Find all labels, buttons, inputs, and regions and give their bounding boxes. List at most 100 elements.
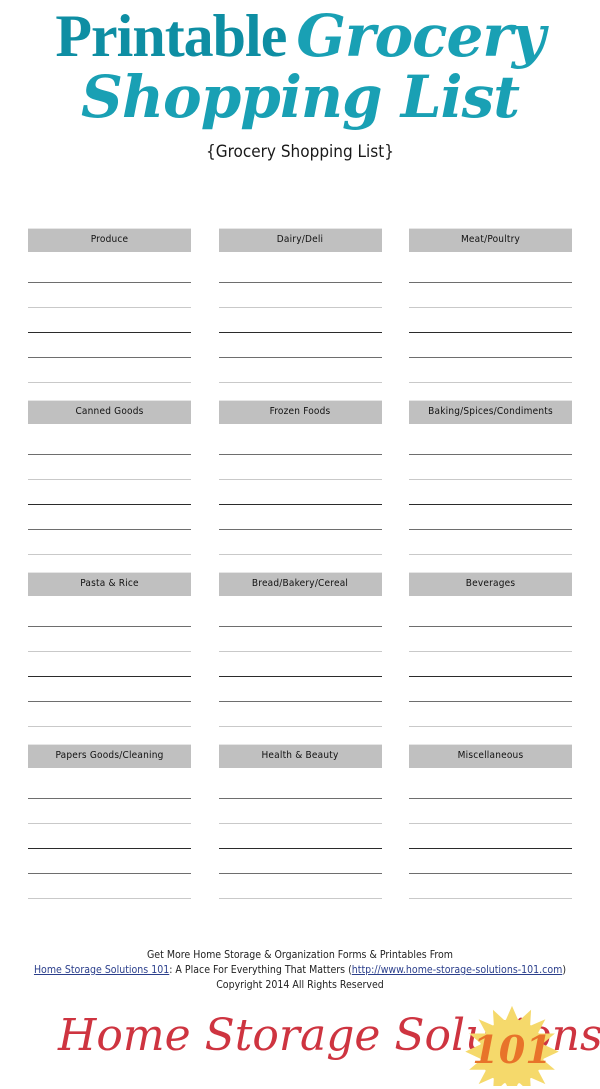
write-in-line[interactable] [218,627,382,652]
write-in-line[interactable] [218,799,382,824]
title-word-grocery: Grocery [296,2,545,70]
category-block: Produce [28,228,191,383]
write-in-line[interactable] [409,849,572,874]
write-in-line[interactable] [409,455,572,480]
write-in-line[interactable] [218,333,382,358]
category-write-in-lines [409,596,572,727]
category-header: Beverages [409,572,572,596]
write-in-line[interactable] [28,333,191,358]
write-in-line[interactable] [28,799,191,824]
footer-attribution-end: ) [562,964,567,977]
write-in-line[interactable] [28,774,191,799]
category-header: Papers Goods/Cleaning [28,744,191,768]
write-in-line[interactable] [28,455,191,480]
write-in-line[interactable] [28,702,191,727]
category-write-in-lines [28,252,191,383]
category-write-in-lines [218,424,382,555]
write-in-line[interactable] [409,358,572,383]
write-in-line[interactable] [28,602,191,627]
write-in-line[interactable] [409,480,572,505]
category-header: Pasta & Rice [28,572,191,596]
category-header: Produce [28,228,191,252]
category-write-in-lines [28,596,191,727]
write-in-line[interactable] [28,480,191,505]
write-in-line[interactable] [409,602,572,627]
website-url-link[interactable]: http://www.home-storage-solutions-101.co… [352,964,563,976]
category-block: Baking/Spices/Condiments [409,400,572,555]
footer-tagline: Get More Home Storage & Organization For… [146,949,453,961]
category-block: Frozen Foods [218,400,382,555]
write-in-line[interactable] [218,505,382,530]
write-in-line[interactable] [218,824,382,849]
footer: Get More Home Storage & Organization For… [0,948,600,994]
write-in-line[interactable] [218,702,382,727]
write-in-line[interactable] [409,874,572,899]
write-in-line[interactable] [409,702,572,727]
write-in-line[interactable] [218,283,382,308]
write-in-line[interactable] [218,358,382,383]
write-in-line[interactable] [409,824,572,849]
write-in-line[interactable] [218,308,382,333]
write-in-line[interactable] [409,258,572,283]
write-in-line[interactable] [28,677,191,702]
write-in-line[interactable] [218,849,382,874]
category-block: Canned Goods [28,400,191,555]
write-in-line[interactable] [28,824,191,849]
title-line-shopping-list: Shopping List [80,63,520,131]
write-in-line[interactable] [28,283,191,308]
write-in-line[interactable] [218,480,382,505]
write-in-line[interactable] [28,308,191,333]
write-in-line[interactable] [28,505,191,530]
home-storage-solutions-link[interactable]: Home Storage Solutions 101 [34,964,169,976]
footer-attribution-line: Home Storage Solutions 101: A Place For … [0,963,600,978]
write-in-line[interactable] [28,358,191,383]
write-in-line[interactable] [218,258,382,283]
category-block: Pasta & Rice [28,572,191,727]
category-write-in-lines [409,252,572,383]
sunburst-number: 101 [472,1027,552,1072]
category-grid: Produce Dairy/Deli Meat/Poultry Canned Good… [28,228,572,916]
write-in-line[interactable] [409,799,572,824]
write-in-line[interactable] [28,258,191,283]
write-in-line[interactable] [28,849,191,874]
write-in-line[interactable] [409,774,572,799]
write-in-line[interactable] [218,652,382,677]
write-in-line[interactable] [28,530,191,555]
write-in-line[interactable] [218,455,382,480]
write-in-line[interactable] [218,430,382,455]
category-header: Health & Beauty [218,744,382,768]
write-in-line[interactable] [409,627,572,652]
copyright-text: Copyright 2014 All Rights Reserved [216,979,384,992]
category-header: Meat/Poultry [409,228,572,252]
category-header: Miscellaneous [409,744,572,768]
category-block: Beverages [409,572,572,727]
write-in-line[interactable] [409,505,572,530]
site-logo: Home Storage Solutions 101 [0,1004,600,1089]
write-in-line[interactable] [218,874,382,899]
write-in-line[interactable] [218,530,382,555]
write-in-line[interactable] [409,308,572,333]
write-in-line[interactable] [409,530,572,555]
category-write-in-lines [409,424,572,555]
write-in-line[interactable] [409,677,572,702]
category-block: Meat/Poultry [409,228,572,383]
write-in-line[interactable] [409,652,572,677]
write-in-line[interactable] [218,677,382,702]
category-header: Dairy/Deli [218,228,382,252]
write-in-line[interactable] [218,602,382,627]
page-subtitle: {Grocery Shopping List} [205,141,394,162]
write-in-line[interactable] [28,627,191,652]
category-write-in-lines [218,252,382,383]
write-in-line[interactable] [28,652,191,677]
footer-attribution-middle: : A Place For Everything That Matters ( [169,964,352,977]
write-in-line[interactable] [409,283,572,308]
write-in-line[interactable] [409,333,572,358]
category-header: Canned Goods [28,400,191,424]
category-block: Miscellaneous [409,744,572,899]
write-in-line[interactable] [409,430,572,455]
write-in-line[interactable] [28,430,191,455]
category-block: Health & Beauty [218,744,382,899]
write-in-line[interactable] [28,874,191,899]
write-in-line[interactable] [218,774,382,799]
sunburst-icon: 101 [464,1004,560,1086]
